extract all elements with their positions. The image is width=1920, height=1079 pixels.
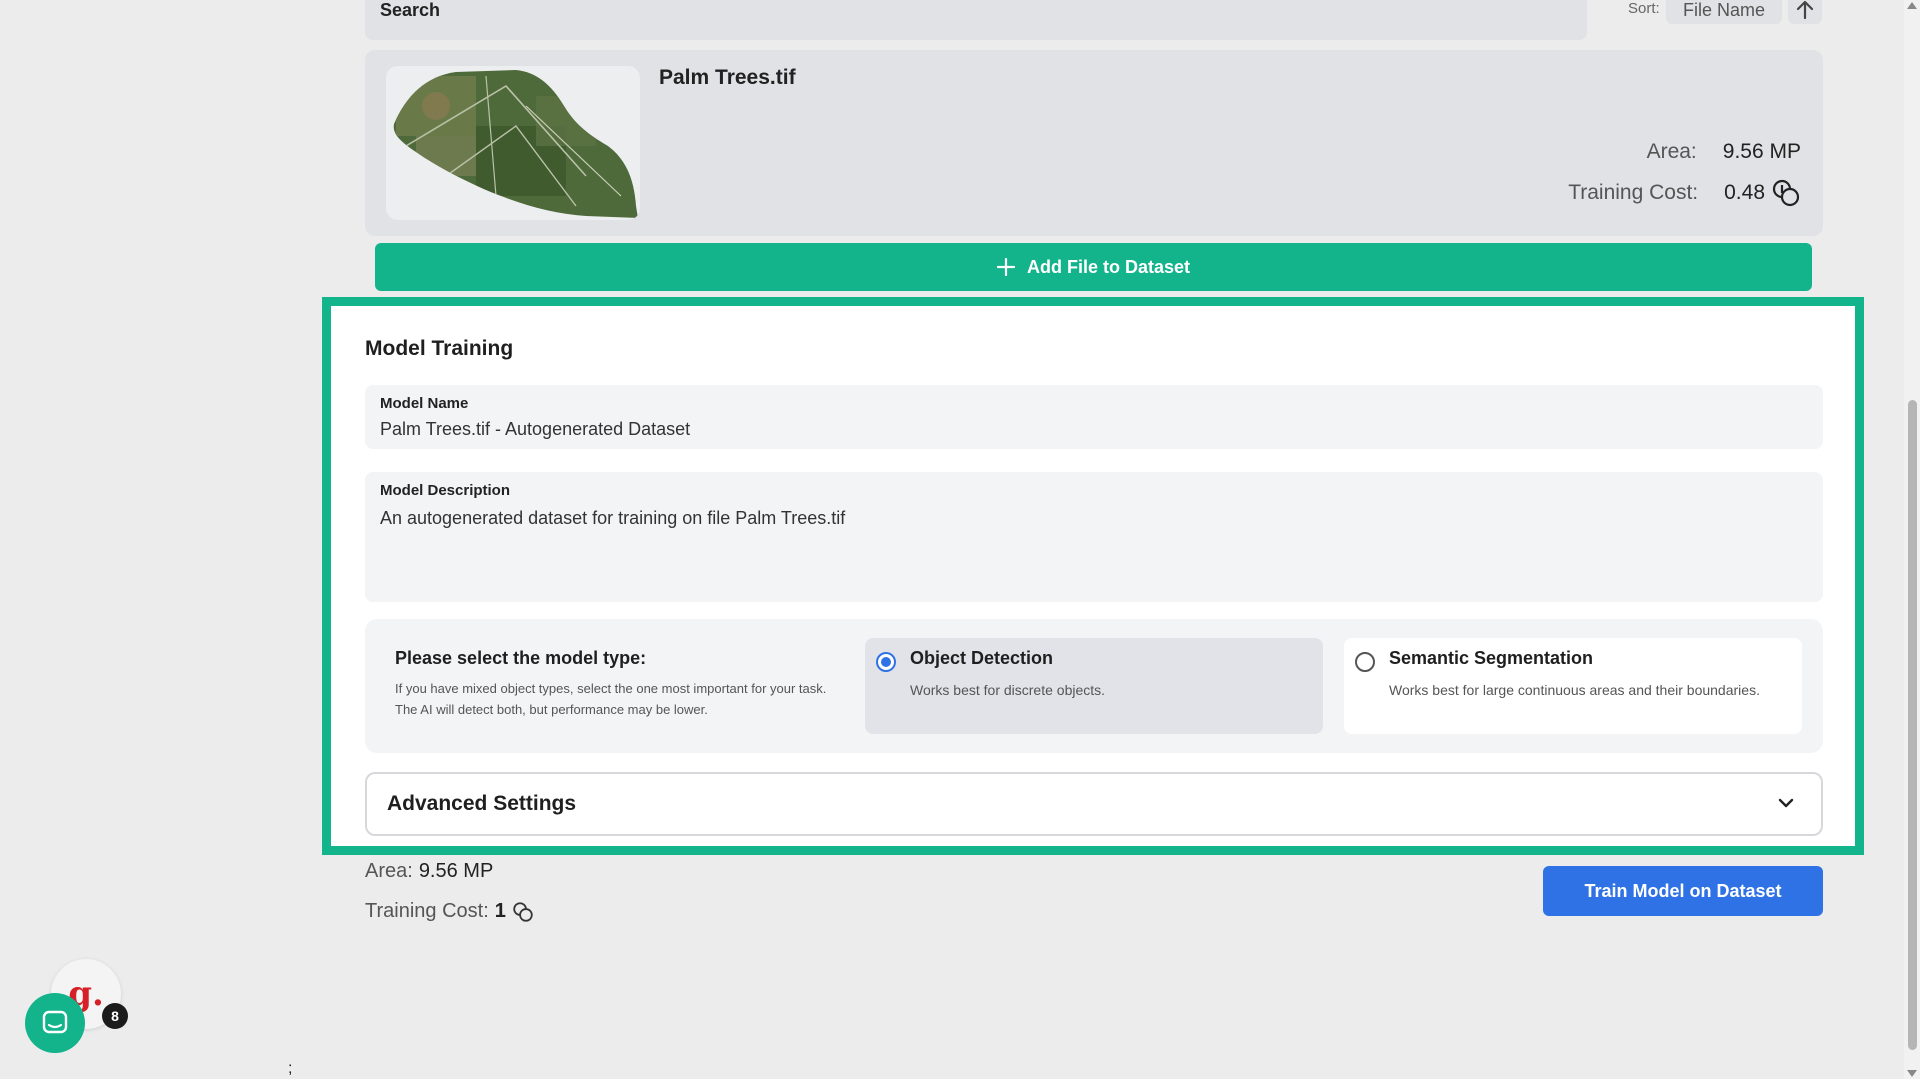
sort-value: File Name <box>1682 0 1766 20</box>
search-bar[interactable]: Search <box>365 0 1587 40</box>
search-label: Search <box>380 0 441 20</box>
model-training-panel: Model Training Model Name Palm Trees.tif… <box>322 297 1864 855</box>
advanced-settings-toggle[interactable]: Advanced Settings <box>365 772 1823 836</box>
option-title: Object Detection <box>910 648 1054 668</box>
scroll-up-icon[interactable] <box>1907 2 1917 9</box>
add-file-label: Add File to Dataset <box>1026 256 1191 277</box>
file-area-value: 9.56 MP <box>1722 140 1801 163</box>
panel-title: Model Training <box>365 337 514 360</box>
summary-area-label: Area: <box>365 860 413 882</box>
summary-cost-label: Training Cost: <box>365 900 489 922</box>
sort-select[interactable]: File Name <box>1666 0 1782 24</box>
summary-area: Area: 9.56 MP <box>365 860 493 883</box>
radio-semantic-segmentation[interactable] <box>1355 652 1375 672</box>
option-semantic-segmentation[interactable]: Semantic Segmentation Works best for lar… <box>1344 638 1802 734</box>
chat-launcher-button[interactable] <box>25 993 85 1053</box>
model-description-label: Model Description <box>380 482 511 499</box>
train-model-label: Train Model on Dataset <box>1584 880 1782 901</box>
option-description: Works best for large continuous areas an… <box>1389 682 1760 698</box>
file-area-label: Area: <box>1646 140 1697 163</box>
file-thumbnail <box>386 66 640 220</box>
file-area-row: Area: 9.56 MP <box>1527 140 1801 164</box>
summary-area-value: 9.56 MP <box>418 860 494 882</box>
model-type-hint: If you have mixed object types, select t… <box>395 681 827 717</box>
advanced-settings-label: Advanced Settings <box>387 792 577 815</box>
option-title: Semantic Segmentation <box>1389 648 1594 668</box>
file-cost-label: Training Cost: <box>1568 181 1699 204</box>
sort-direction-button[interactable] <box>1788 0 1822 24</box>
notification-count-badge: 8 <box>102 1003 128 1029</box>
option-description: Works best for discrete objects. <box>910 682 1106 698</box>
model-type-selector: Please select the model type: If you hav… <box>365 619 1823 753</box>
model-type-question: Please select the model type: <box>395 648 647 668</box>
file-cost-value: 0.48 <box>1724 181 1765 204</box>
summary-cost: Training Cost: 1 <box>365 900 534 923</box>
coins-icon <box>1772 179 1800 207</box>
coins-icon <box>513 901 533 922</box>
train-model-button[interactable]: Train Model on Dataset <box>1543 866 1823 916</box>
plus-icon <box>996 258 1015 276</box>
scroll-down-icon[interactable] <box>1907 1070 1917 1077</box>
stray-text: ; <box>288 1060 293 1077</box>
model-description-field[interactable]: Model Description An autogenerated datas… <box>365 472 1823 602</box>
sort-label: Sort: <box>1628 0 1660 17</box>
file-card[interactable]: Palm Trees.tif Area: 9.56 MP Training Co… <box>365 50 1823 236</box>
file-cost-row: Training Cost: 0.48 <box>1528 178 1801 208</box>
scrollbar-thumb[interactable] <box>1908 400 1917 1050</box>
model-name-input[interactable]: Palm Trees.tif - Autogenerated Dataset <box>380 419 690 440</box>
radio-object-detection[interactable] <box>876 652 896 672</box>
arrow-up-icon <box>1796 0 1814 20</box>
model-description-input[interactable]: An autogenerated dataset for training on… <box>380 508 845 529</box>
option-object-detection[interactable]: Object Detection Works best for discrete… <box>865 638 1323 734</box>
chat-icon <box>42 1010 68 1034</box>
chevron-down-icon <box>1778 798 1794 808</box>
model-name-label: Model Name <box>380 395 469 412</box>
add-file-button[interactable]: Add File to Dataset <box>375 243 1812 291</box>
model-name-field[interactable]: Model Name Palm Trees.tif - Autogenerate… <box>365 385 1823 449</box>
summary-cost-value: 1 <box>494 900 506 922</box>
page-scrollbar[interactable] <box>1904 0 1920 1079</box>
file-name: Palm Trees.tif <box>659 66 796 89</box>
